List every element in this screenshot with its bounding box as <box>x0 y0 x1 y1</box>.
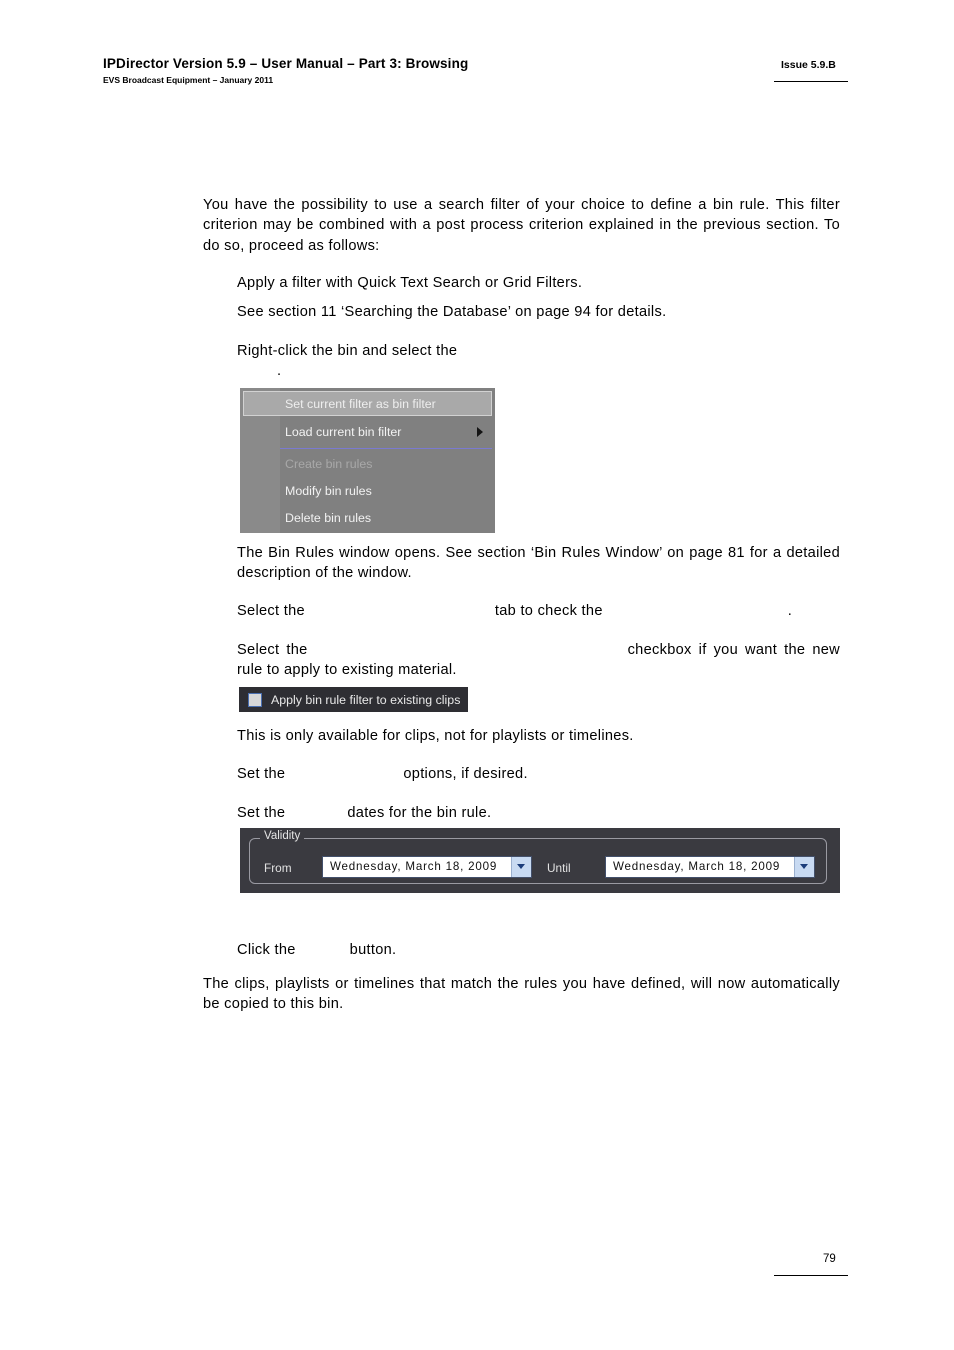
closing-paragraph: The clips, playlists or timelines that m… <box>203 976 840 1013</box>
context-menu-item-set-current-filter-label: Set current filter as bin filter <box>285 397 436 411</box>
context-menu-item-create-bin-rules: Create bin rules <box>285 457 373 471</box>
page-header: IPDirector Version 5.9 – User Manual – P… <box>0 0 954 100</box>
step-click-button: Click the button. <box>237 940 840 960</box>
until-date-field[interactable]: Wednesday, March 18, 2009 <box>605 856 815 878</box>
step-select-tab-end: . <box>787 603 793 619</box>
from-date-field[interactable]: Wednesday, March 18, 2009 <box>322 856 532 878</box>
step-click-pre: Click the <box>237 942 296 958</box>
intro-paragraph: You have the possibility to use a search… <box>203 197 840 254</box>
step-checkbox-post: checkbox if you want the new rule to app… <box>237 642 840 679</box>
note-clips-only: This is only available for clips, not fo… <box>237 728 634 744</box>
apply-bin-rule-checkbox-screenshot[interactable]: Apply bin rule filter to existing clips <box>239 687 468 712</box>
header-title: IPDirector Version 5.9 – User Manual – P… <box>103 56 469 71</box>
step-rightclick-period: . <box>277 363 282 380</box>
checkbox-label: Apply bin rule filter to existing clips <box>271 692 461 707</box>
header-divider <box>774 81 848 82</box>
header-issue-label: Issue 5.9.B <box>781 59 836 71</box>
context-menu-item-modify-bin-rules[interactable]: Modify bin rules <box>280 478 495 505</box>
step-dates-pre: Set the <box>237 805 286 821</box>
step-click-post: button. <box>349 942 397 958</box>
step-select-tab: Select the tab to check the. <box>237 601 840 621</box>
step-rightclick: Right-click the bin and select the . <box>237 341 840 382</box>
step-select-tab-pre: Select the <box>237 603 305 619</box>
from-date-value: Wednesday, March 18, 2009 <box>330 860 498 873</box>
step-rightclick-text: Right-click the bin and select the <box>237 343 458 359</box>
checkbox-icon[interactable] <box>248 692 262 707</box>
context-menu-item-load-current-bin-filter[interactable]: Load current bin filter <box>280 419 495 446</box>
step-options-pre: Set the <box>237 766 286 782</box>
step-set-dates: Set the dates for the bin rule. <box>237 803 840 823</box>
submenu-arrow-icon <box>477 427 483 437</box>
page-number: 79 <box>823 1253 836 1265</box>
step-apply-checkbox: Select the checkbox if you want the new r… <box>237 640 840 681</box>
from-label: From <box>264 861 292 875</box>
context-menu-separator <box>280 448 492 449</box>
validity-legend: Validity <box>260 830 305 843</box>
footer-divider <box>774 1275 848 1276</box>
from-date-chevron-down-icon[interactable] <box>511 857 531 877</box>
header-subtitle: EVS Broadcast Equipment – January 2011 <box>103 75 274 85</box>
step-apply-filter: Apply a filter with Quick Text Search or… <box>237 275 583 291</box>
step-checkbox-pre: Select the <box>237 642 308 658</box>
bin-rules-window-paragraph: The Bin Rules window opens. See section … <box>237 545 840 582</box>
until-label: Until <box>547 861 571 875</box>
context-menu-screenshot[interactable]: Set current filter as bin filter Load cu… <box>240 388 495 533</box>
step-dates-post: dates for the bin rule. <box>347 805 492 821</box>
until-date-value: Wednesday, March 18, 2009 <box>613 860 781 873</box>
step-options-post: options, if desired. <box>403 766 528 782</box>
step-set-options: Set the options, if desired. <box>237 764 840 784</box>
step-select-tab-mid: tab to check the <box>494 603 603 619</box>
until-date-chevron-down-icon[interactable] <box>794 857 814 877</box>
step-see-section: See section 11 ‘Searching the Database’ … <box>237 304 667 320</box>
context-menu-item-delete-bin-rules[interactable]: Delete bin rules <box>280 505 495 532</box>
validity-panel-screenshot[interactable]: Validity From Wednesday, March 18, 2009 … <box>240 828 840 893</box>
